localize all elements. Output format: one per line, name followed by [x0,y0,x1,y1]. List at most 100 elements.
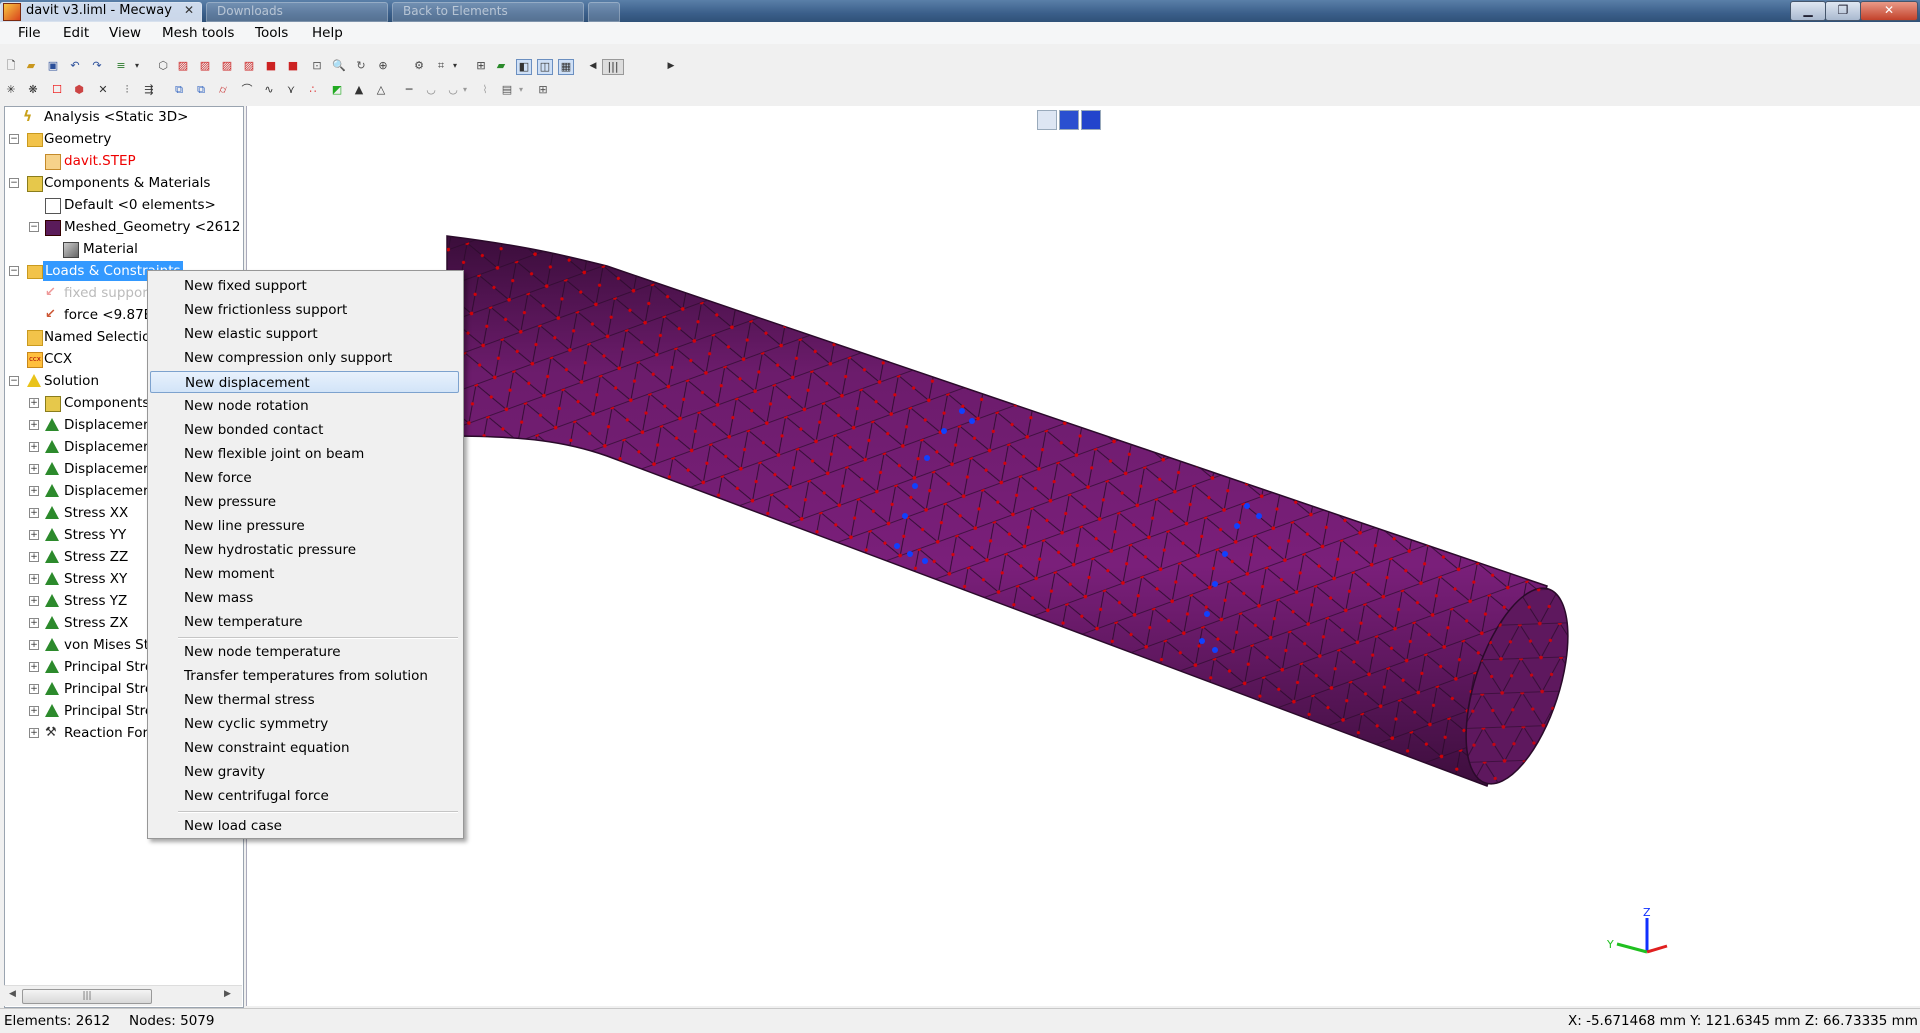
menu-mesh-tools[interactable]: Mesh tools [162,25,234,41]
menu-item-new-constraint-equation[interactable]: New constraint equation [150,737,459,759]
expand-icon[interactable]: + [29,420,39,430]
menu-item-new-compression-only-support[interactable]: New compression only support [150,347,459,369]
expand-icon[interactable]: + [29,552,39,562]
shaded-mode-icon[interactable]: ◧ [516,59,532,75]
solid-view-icon[interactable] [1059,110,1079,130]
revolve-icon[interactable]: ⌒ [240,83,254,97]
rotate-icon[interactable]: ↻ [354,59,368,73]
expand-icon[interactable]: + [29,530,39,540]
select-nodes-icon[interactable]: ✳ [4,83,18,97]
maximize-button[interactable]: ❐ [1825,1,1861,21]
scroll-left-icon[interactable]: ◀ [9,989,16,999]
scrollbar-thumb[interactable]: ||| [22,989,152,1004]
table-icon[interactable]: ⊞ [536,83,550,97]
zoom-icon[interactable]: 🔍 [332,59,346,73]
chevron-down-icon[interactable]: ▾ [448,59,462,73]
chevron-down-icon[interactable]: ▾ [458,83,472,97]
mesh-icon[interactable]: ⊞ [474,59,488,73]
expand-icon[interactable]: + [29,596,39,606]
menu-item-new-elastic-support[interactable]: New elastic support [150,323,459,345]
collapse-icon[interactable]: − [9,134,19,144]
expand-icon[interactable]: + [29,728,39,738]
menu-item-new-pressure[interactable]: New pressure [150,491,459,513]
node-fork-icon[interactable]: ⋎ [284,83,298,97]
collapse-icon[interactable]: − [29,222,39,232]
split-icon[interactable]: ⫶ [120,83,134,97]
mesh-model-graphic[interactable] [247,106,1920,1006]
display-options-icon[interactable]: ⌗ [434,59,448,73]
view-right-icon[interactable]: ▨ [242,59,256,73]
triangle-filled-icon[interactable]: ▲ [352,83,366,97]
mesh-edges-icon[interactable]: ▦ [558,59,574,75]
close-button[interactable]: ✕ [1860,1,1918,21]
expand-icon[interactable]: + [29,662,39,672]
grid-options-icon[interactable]: ▤ [500,83,514,97]
expand-icon[interactable]: + [29,464,39,474]
layers-icon[interactable]: ≡ [114,59,128,73]
collapse-icon[interactable]: − [9,376,19,386]
menu-item-new-centrifugal-force[interactable]: New centrifugal force [150,785,459,807]
scroll-right-icon[interactable]: ▶ [224,989,231,999]
iso-view-icon[interactable]: ⬡ [156,59,170,73]
menu-item-new-thermal-stress[interactable]: New thermal stress [150,689,459,711]
expand-icon[interactable]: + [29,618,39,628]
view-left-icon[interactable]: ▨ [220,59,234,73]
undo-icon[interactable]: ↶ [68,59,82,73]
node-points-icon[interactable]: ∴ [306,83,320,97]
expand-icon[interactable]: + [29,640,39,650]
menu-item-transfer-temperatures-from-solution[interactable]: Transfer temperatures from solution [150,665,459,687]
background-tab-elements[interactable]: Back to Elements [392,2,584,22]
new-file-icon[interactable]: 🗋 [4,59,18,73]
arc-icon[interactable]: ◡ [424,83,438,97]
new-tab-button[interactable] [588,2,620,22]
menu-item-new-mass[interactable]: New mass [150,587,459,609]
menu-item-new-gravity[interactable]: New gravity [150,761,459,783]
collapse-icon[interactable]: − [9,178,19,188]
move-icon[interactable]: ⧉ [172,83,186,97]
copy-icon[interactable]: ⧉ [194,83,208,97]
menu-item-new-flexible-joint-on-beam[interactable]: New flexible joint on beam [150,443,459,465]
open-folder-icon[interactable]: ▰ [24,59,38,73]
cylinder-icon[interactable]: ⌭ [216,83,230,97]
delete-icon[interactable]: ✕ [96,83,110,97]
element-type-icon[interactable]: ◩ [330,83,344,97]
menu-item-new-moment[interactable]: New moment [150,563,459,585]
model-viewport[interactable]: Z Y [246,106,1920,1006]
scroll-right-icon[interactable]: ▶ [664,59,678,73]
expand-icon[interactable]: + [29,574,39,584]
select-faces-icon[interactable]: ⬢ [72,83,86,97]
menu-item-new-frictionless-support[interactable]: New frictionless support [150,299,459,321]
wireframe-mode-icon[interactable]: ◫ [537,59,553,75]
view-back-icon[interactable]: ▨ [198,59,212,73]
close-tab-icon[interactable]: ✕ [184,3,194,17]
view-bottom-icon[interactable]: ■ [286,59,300,73]
menu-item-new-load-case[interactable]: New load case [150,815,459,837]
menu-file[interactable]: File [18,25,41,41]
render-icon[interactable]: ⚙ [412,59,426,73]
menu-item-new-node-rotation[interactable]: New node rotation [150,395,459,417]
menu-tools[interactable]: Tools [255,25,288,41]
chevron-down-icon[interactable]: ▾ [130,59,144,73]
expand-icon[interactable]: + [29,508,39,518]
sweep-icon[interactable]: ∿ [262,83,276,97]
menu-help[interactable]: Help [312,25,343,41]
save-icon[interactable]: ▣ [46,59,60,73]
view-front-icon[interactable]: ▨ [176,59,190,73]
expand-icon[interactable]: + [29,684,39,694]
menu-item-new-force[interactable]: New force [150,467,459,489]
surface-icon[interactable]: ▰ [494,59,508,73]
tree-horizontal-scrollbar[interactable]: ◀ ||| ▶ [4,985,242,1006]
menu-view[interactable]: View [109,25,141,41]
select-box-icon[interactable]: ☐ [50,83,64,97]
menu-item-new-hydrostatic-pressure[interactable]: New hydrostatic pressure [150,539,459,561]
chevron-down-icon[interactable]: ▾ [514,83,528,97]
zoom-fit-icon[interactable]: ⊡ [310,59,324,73]
line-icon[interactable]: ━ [402,83,416,97]
menu-item-new-bonded-contact[interactable]: New bonded contact [150,419,459,441]
wireframe-view-icon[interactable] [1037,110,1057,130]
pan-icon[interactable]: ⊕ [376,59,390,73]
extrude-icon[interactable]: ⇶ [142,83,156,97]
view-top-icon[interactable]: ■ [264,59,278,73]
animation-slider[interactable]: ||| [602,59,624,75]
expand-icon[interactable]: + [29,486,39,496]
